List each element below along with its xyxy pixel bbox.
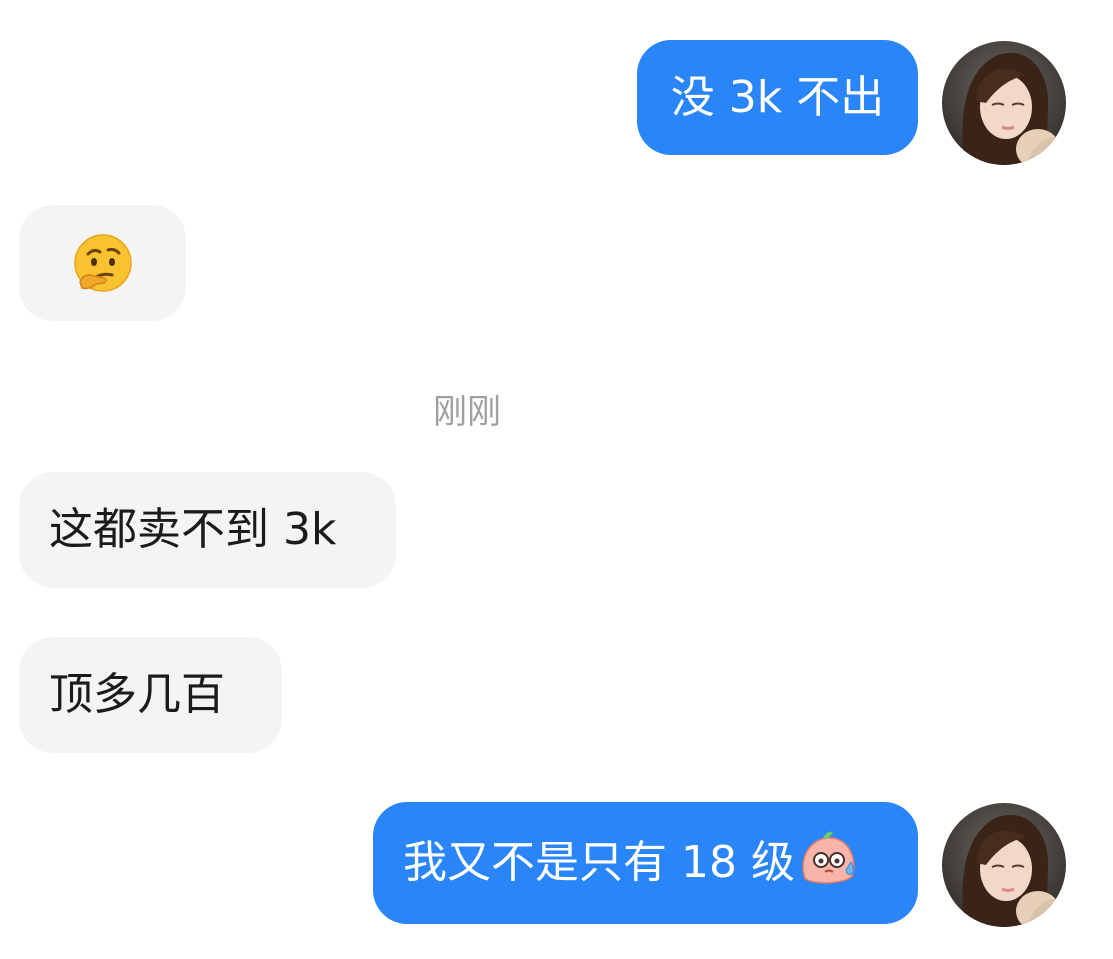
message-bubble-outgoing[interactable]: 没 3k 不出 xyxy=(637,40,918,155)
message-bubble-incoming[interactable]: 这都卖不到 3k xyxy=(19,472,396,588)
timestamp: 刚刚 xyxy=(433,392,501,432)
message-text: 顶多几百 xyxy=(49,669,225,720)
message-bubble-incoming[interactable]: 顶多几百 xyxy=(19,637,282,753)
thinking-face-emoji-icon xyxy=(73,234,132,292)
avatar[interactable] xyxy=(942,803,1066,927)
message-bubble-outgoing[interactable]: 我又不是只有 18 级 xyxy=(373,802,918,924)
avatar-photo-icon xyxy=(942,41,1066,165)
avatar-photo-icon xyxy=(942,803,1066,927)
avatar[interactable] xyxy=(942,41,1066,165)
message-bubble-incoming[interactable] xyxy=(19,205,186,321)
sweating-blob-face-emoji-icon xyxy=(797,828,859,898)
message-text: 没 3k 不出 xyxy=(670,71,885,123)
message-text: 我又不是只有 18 级 xyxy=(403,837,795,888)
message-text: 这都卖不到 3k xyxy=(49,504,337,555)
